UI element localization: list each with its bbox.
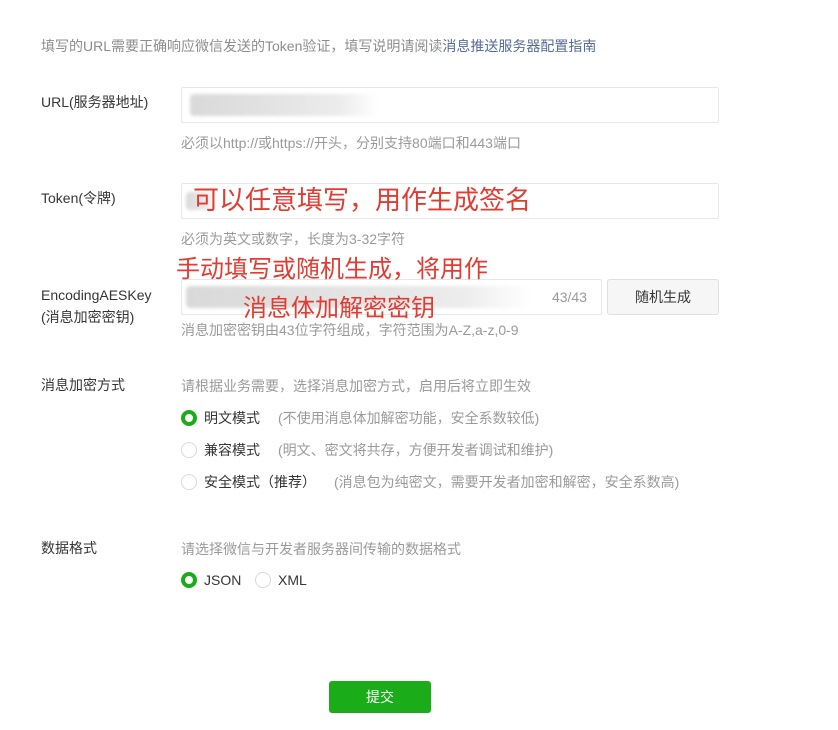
url-redacted-value (190, 94, 378, 116)
url-input[interactable] (181, 87, 719, 123)
intro-text: 填写的URL需要正确响应微信发送的Token验证，填写说明请阅读消息推送服务器配… (41, 36, 596, 56)
radio-label: 兼容模式 (204, 442, 260, 458)
aes-annotation-line1: 手动填写或随机生成，将用作 (176, 256, 488, 283)
token-label: Token(令牌) (41, 190, 116, 206)
radio-unchecked-icon[interactable] (255, 572, 271, 588)
aes-label-title: EncodingAESKey (41, 287, 152, 303)
data-format-label: 数据格式 (41, 540, 97, 556)
data-format-hint: 请选择微信与开发者服务器间传输的数据格式 (181, 541, 461, 557)
radio-secure-mode[interactable]: 安全模式（推荐） (消息包为纯密文，需要开发者加密和解密，安全系数高) (181, 472, 679, 492)
radio-label: 明文模式 (204, 410, 260, 426)
radio-checked-icon[interactable] (181, 572, 197, 588)
encryption-hint: 请根据业务需要，选择消息加密方式，启用后将立即生效 (181, 378, 531, 394)
submit-button[interactable]: 提交 (329, 681, 431, 713)
url-hint: 必须以http://或https://开头，分别支持80端口和443端口 (181, 135, 521, 151)
config-guide-link[interactable]: 消息推送服务器配置指南 (442, 38, 596, 54)
token-hint: 必须为英文或数字，长度为3-32字符 (181, 231, 406, 247)
radio-description: (消息包为纯密文，需要开发者加密和解密，安全系数高) (334, 474, 680, 490)
radio-label: XML (278, 572, 307, 588)
aes-hint: 消息加密密钥由43位字符组成，字符范围为A-Z,a-z,0-9 (181, 322, 519, 338)
intro-description: 填写的URL需要正确响应微信发送的Token验证，填写说明请阅读 (41, 38, 443, 54)
radio-compatible-mode[interactable]: 兼容模式 (明文、密文将共存，方便开发者调试和维护) (181, 440, 553, 460)
radio-description: (明文、密文将共存，方便开发者调试和维护) (278, 442, 554, 458)
radio-label: 安全模式（推荐） (204, 474, 316, 490)
radio-checked-icon[interactable] (181, 410, 197, 426)
radio-description: (不使用消息体加解密功能，安全系数较低) (278, 410, 540, 426)
radio-plaintext-mode[interactable]: 明文模式 (不使用消息体加解密功能，安全系数较低) (181, 408, 539, 428)
random-generate-button[interactable]: 随机生成 (607, 279, 719, 315)
radio-json[interactable]: JSON (181, 570, 241, 590)
aes-key-counter: 43/43 (551, 289, 587, 305)
encryption-label: 消息加密方式 (41, 377, 125, 393)
token-annotation: 可以任意填写，用作生成签名 (193, 185, 532, 215)
url-label: URL(服务器地址) (41, 94, 149, 110)
aes-label: EncodingAESKey (消息加密密钥) (41, 284, 152, 328)
radio-label: JSON (204, 572, 242, 588)
radio-unchecked-icon[interactable] (181, 442, 197, 458)
radio-xml[interactable]: XML (255, 570, 307, 590)
radio-unchecked-icon[interactable] (181, 474, 197, 490)
aes-label-subtitle: (消息加密密钥) (41, 309, 135, 325)
